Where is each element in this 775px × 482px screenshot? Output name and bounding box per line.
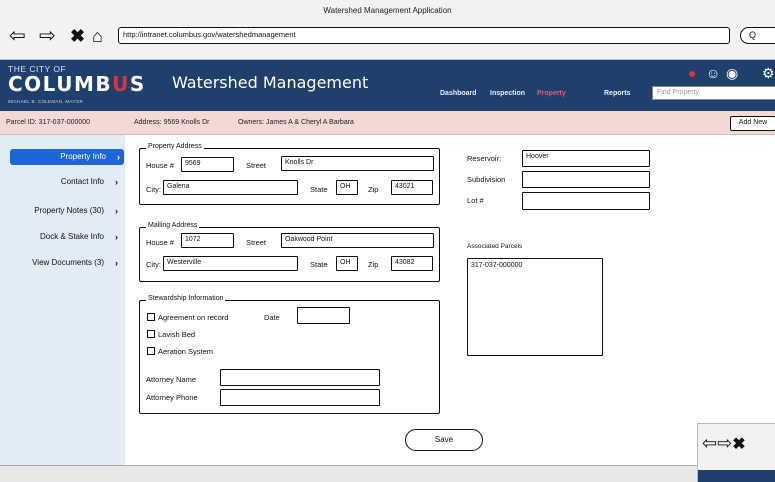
- street-label: Street: [246, 161, 267, 170]
- chevron-right-icon: ›: [115, 206, 118, 216]
- nav-dashboard[interactable]: Dashboard: [440, 90, 477, 97]
- attorney-name-label: Attorney Name: [146, 375, 197, 384]
- mailing-house-field[interactable]: 1072: [181, 233, 234, 248]
- agreement-checkbox[interactable]: [147, 313, 155, 321]
- globe-icon[interactable]: ◉: [726, 65, 738, 81]
- chevron-right-icon: ›: [115, 232, 118, 242]
- lavish-bed-label: Lavish Bed: [158, 330, 196, 339]
- sidebar-item-property-notes[interactable]: Property Notes (30) ›: [2, 203, 122, 219]
- attorney-name-field[interactable]: [220, 369, 380, 386]
- logo-tagline: MICHAEL B. COLEMAN, MAYOR: [8, 99, 84, 104]
- property-zip-field[interactable]: 43021: [391, 180, 433, 195]
- reservoir-field[interactable]: Hoover: [522, 150, 650, 167]
- mailing-city-field[interactable]: Westerville: [163, 256, 298, 271]
- mailing-address-legend: Mailing Address: [146, 222, 200, 229]
- agreement-date-field[interactable]: [297, 307, 350, 324]
- parcel-address: Address: 9569 Knolls Dr: [134, 119, 210, 126]
- url-bar[interactable]: http://intranet.columbus.gov/watershedma…: [118, 27, 730, 44]
- logo-wordmark: COLUMBUS: [8, 72, 146, 96]
- find-property-input[interactable]: Find Property: [652, 86, 775, 100]
- property-city-field[interactable]: Galena: [163, 180, 298, 195]
- save-button[interactable]: Save: [405, 429, 483, 451]
- alert-icon[interactable]: ●: [688, 65, 696, 81]
- nav-reports[interactable]: Reports: [604, 90, 630, 97]
- close-icon[interactable]: ✖: [70, 26, 85, 46]
- secondary-window-nav: ⇦⇨✖: [702, 434, 746, 454]
- secondary-browser-window[interactable]: ⇦⇨✖: [697, 423, 775, 482]
- mailing-state-label: State: [310, 260, 328, 269]
- lot-label: Lot #: [467, 196, 484, 205]
- reservoir-label: Reservoir:: [467, 154, 502, 163]
- chevron-right-icon: ›: [117, 152, 120, 162]
- associated-parcels-label: Associated Parcels: [467, 243, 523, 250]
- property-address-legend: Property Address: [146, 143, 204, 150]
- zip-label: Zip: [368, 185, 379, 194]
- house-label: House #: [146, 161, 174, 170]
- associated-parcels-list[interactable]: 317-037-000000: [467, 258, 603, 356]
- forward-arrow-icon[interactable]: ⇨: [39, 26, 56, 46]
- close-icon[interactable]: ✖: [732, 436, 745, 453]
- mailing-city-label: City:: [146, 260, 161, 269]
- mailing-zip-field[interactable]: 43082: [391, 256, 433, 271]
- user-icon[interactable]: ☺: [706, 65, 720, 81]
- property-street-field[interactable]: Knolls Dr: [281, 156, 434, 171]
- property-state-field[interactable]: OH: [336, 180, 358, 195]
- mailing-state-field[interactable]: OH: [336, 256, 358, 271]
- city-logo: THE CITY OF COLUMBUS MICHAEL B. COLEMAN,…: [8, 64, 158, 108]
- mailing-house-label: House #: [146, 238, 174, 247]
- browser-search-input[interactable]: Q: [740, 27, 775, 44]
- parcel-id: Parcel ID: 317-037-000000: [6, 119, 91, 126]
- attorney-phone-label: Attorney Phone: [146, 393, 198, 402]
- chevron-right-icon: ›: [115, 258, 118, 268]
- sidebar-item-view-documents[interactable]: View Documents (3) ›: [2, 255, 122, 271]
- sidebar-item-contact-info[interactable]: Contact Info ›: [2, 174, 122, 190]
- parcel-owners: Owners: James A & Cheryl A Barbara: [238, 119, 354, 126]
- date-label: Date: [264, 313, 280, 322]
- chevron-right-icon: ›: [115, 177, 118, 187]
- agreement-label: Agreement on record: [158, 313, 229, 322]
- mailing-street-field[interactable]: Oakwood Point: [281, 233, 434, 248]
- list-item[interactable]: 317-037-000000: [471, 259, 602, 273]
- city-label: City:: [146, 185, 161, 194]
- lot-field[interactable]: [522, 192, 650, 210]
- home-icon[interactable]: ⌂: [92, 26, 103, 46]
- lavish-bed-checkbox[interactable]: [147, 330, 155, 338]
- app-title: Watershed Management: [172, 73, 369, 92]
- parcel-info-bar: Parcel ID: 317-037-000000 Address: 9569 …: [0, 111, 775, 135]
- mailing-zip-label: Zip: [368, 260, 379, 269]
- gear-icon[interactable]: ⚙: [762, 65, 775, 81]
- aeration-system-checkbox[interactable]: [147, 347, 155, 355]
- attorney-phone-field[interactable]: [220, 389, 380, 406]
- sidebar-item-dock-stake-info[interactable]: Dock & Stake Info ›: [2, 229, 122, 245]
- subdivision-label: Subdivision: [467, 175, 506, 184]
- status-bar: [0, 465, 775, 482]
- property-house-field[interactable]: 9569: [181, 157, 234, 172]
- subdivision-field[interactable]: [522, 171, 650, 188]
- forward-arrow-icon[interactable]: ⇨: [717, 433, 732, 453]
- secondary-window-header: [698, 470, 775, 482]
- add-new-button[interactable]: Add New: [730, 116, 775, 131]
- nav-inspection[interactable]: Inspection: [490, 90, 525, 97]
- state-label: State: [310, 185, 328, 194]
- nav-property[interactable]: Property: [537, 90, 566, 97]
- stewardship-legend: Stewardship Information: [146, 295, 226, 302]
- mailing-street-label: Street: [246, 238, 267, 247]
- back-arrow-icon[interactable]: ⇦: [9, 26, 26, 46]
- aeration-system-label: Aeration System: [158, 347, 214, 356]
- sidebar-item-property-info[interactable]: Property Info ›: [10, 149, 124, 165]
- back-arrow-icon[interactable]: ⇦: [702, 433, 717, 453]
- window-title: Watershed Management Application: [323, 6, 452, 15]
